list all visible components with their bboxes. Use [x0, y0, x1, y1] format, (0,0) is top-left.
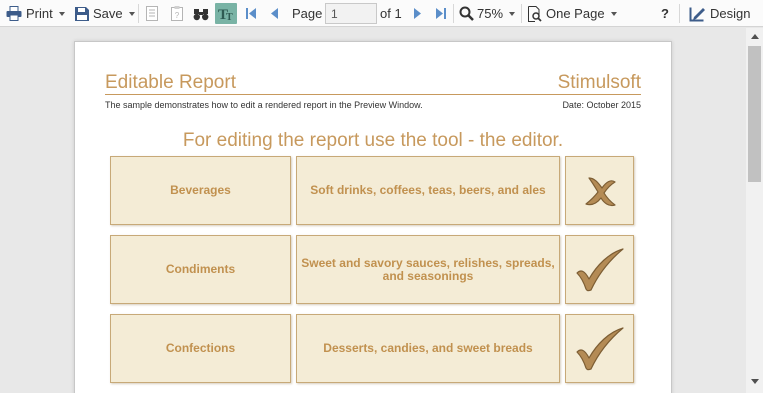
editor-button[interactable]: T T	[215, 3, 237, 24]
first-page-icon	[246, 8, 256, 19]
report-date: Date: October 2015	[562, 100, 641, 110]
floppy-disk-icon	[75, 6, 89, 21]
scroll-down-arrow-icon[interactable]	[751, 379, 759, 384]
check-icon	[575, 247, 624, 291]
chevron-down-icon	[128, 11, 135, 16]
report-page: Editable Report Stimulsoft The sample de…	[74, 41, 672, 393]
report-viewport[interactable]: Editable Report Stimulsoft The sample de…	[0, 28, 746, 393]
svg-text:?: ?	[175, 11, 180, 20]
report-subtitle: The sample demonstrates how to edit a re…	[105, 100, 423, 110]
next-page-icon	[414, 8, 421, 19]
description-cell[interactable]: Desserts, candies, and sweet breads	[296, 314, 560, 383]
category-cell[interactable]: Beverages	[110, 156, 291, 225]
printer-icon	[6, 6, 22, 21]
next-page-button[interactable]	[414, 0, 421, 27]
description-cell[interactable]: Sweet and savory sauces, relishes, sprea…	[296, 235, 560, 304]
description-cell[interactable]: Soft drinks, coffees, teas, beers, and a…	[296, 156, 560, 225]
scroll-up-arrow-icon[interactable]	[751, 34, 759, 39]
category-cell[interactable]: Condiments	[110, 235, 291, 304]
print-label: Print	[26, 6, 53, 21]
checkbox-cell[interactable]	[565, 314, 634, 383]
report-heading: For editing the report use the tool - th…	[182, 130, 564, 151]
print-button[interactable]: Print	[6, 0, 65, 27]
magnifier-icon	[459, 6, 474, 21]
find-button[interactable]	[193, 0, 209, 27]
header-divider	[105, 94, 641, 95]
category-cell[interactable]: Confections	[110, 314, 291, 383]
check-icon	[575, 326, 624, 370]
page-zoom-icon	[528, 5, 542, 22]
zoom-value: 75%	[477, 6, 504, 21]
design-label: Design	[710, 6, 751, 21]
last-page-button[interactable]	[436, 0, 446, 27]
save-label: Save	[93, 6, 123, 21]
cross-icon	[584, 176, 616, 206]
view-mode-value: One Page	[546, 6, 605, 21]
design-button[interactable]: Design	[689, 0, 750, 27]
viewer-toolbar: Print Save ? T T Page 1 of 1 75% One Pag…	[0, 0, 763, 27]
page-label: Page	[292, 6, 323, 21]
help-button[interactable]: ?	[661, 0, 669, 27]
help-icon: ?	[661, 6, 669, 21]
view-mode-dropdown[interactable]: One Page	[527, 0, 617, 27]
scroll-thumb[interactable]	[748, 46, 761, 182]
chevron-down-icon	[509, 11, 516, 16]
previous-page-icon	[271, 8, 278, 19]
first-page-button[interactable]	[246, 0, 256, 27]
svg-text:T: T	[226, 12, 233, 21]
chevron-down-icon	[610, 11, 617, 16]
previous-page-button[interactable]	[271, 0, 278, 27]
report-title: Editable Report	[105, 72, 236, 93]
save-button[interactable]: Save	[75, 0, 135, 27]
last-page-icon	[436, 8, 446, 19]
chevron-down-icon	[58, 11, 65, 16]
design-icon	[689, 7, 705, 21]
bookmarks-icon	[146, 6, 158, 21]
zoom-dropdown[interactable]: 75%	[459, 0, 516, 27]
parameters-icon: ?	[171, 6, 183, 21]
bookmarks-button[interactable]	[146, 0, 158, 27]
page-number-input[interactable]	[325, 3, 377, 24]
report-brand: Stimulsoft	[557, 72, 641, 93]
binoculars-icon	[193, 8, 209, 20]
vertical-scrollbar[interactable]	[746, 28, 763, 393]
page-count-label: of 1	[380, 6, 402, 21]
text-editor-icon: T T	[218, 7, 233, 21]
parameters-button[interactable]: ?	[171, 0, 183, 27]
checkbox-cell[interactable]	[565, 235, 634, 304]
checkbox-cell[interactable]	[565, 156, 634, 225]
